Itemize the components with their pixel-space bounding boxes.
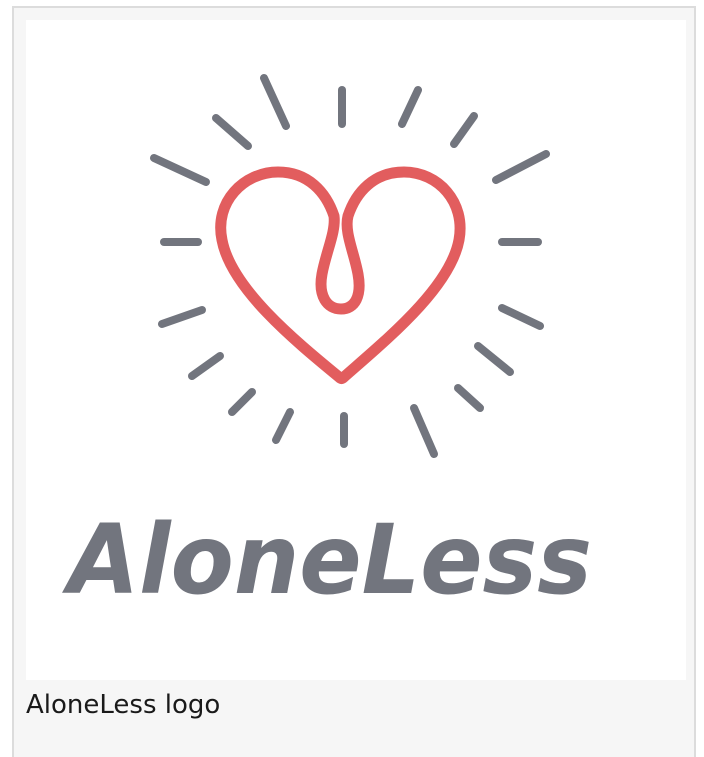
sunburst-ray-7	[492, 150, 550, 184]
logo-image: AloneLess	[26, 20, 686, 680]
sunburst-ray-13	[474, 342, 514, 376]
logo-figure: AloneLess AloneLess logo	[12, 6, 696, 757]
sunburst-ray-14	[228, 388, 256, 416]
logo-caption: AloneLess logo	[26, 690, 221, 720]
sunburst-ray-16	[272, 408, 294, 444]
sunburst-ray-12	[188, 352, 224, 380]
sunburst-ray-4	[212, 114, 252, 150]
sunburst-ray-3	[398, 86, 422, 128]
sunburst-ray-15	[454, 384, 484, 412]
sunburst-ray-6	[150, 154, 210, 186]
sunburst-ray-18	[410, 404, 438, 458]
sunburst-ray-1	[260, 74, 290, 130]
sunburst-rays	[150, 74, 550, 458]
aloneless-logo-graphic: AloneLess	[61, 74, 592, 616]
logo-wordmark: AloneLess	[61, 504, 592, 616]
sunburst-ray-5	[450, 112, 478, 148]
heart-loop-icon	[215, 166, 466, 384]
sunburst-ray-11	[498, 304, 544, 330]
sunburst-ray-10	[158, 306, 206, 328]
